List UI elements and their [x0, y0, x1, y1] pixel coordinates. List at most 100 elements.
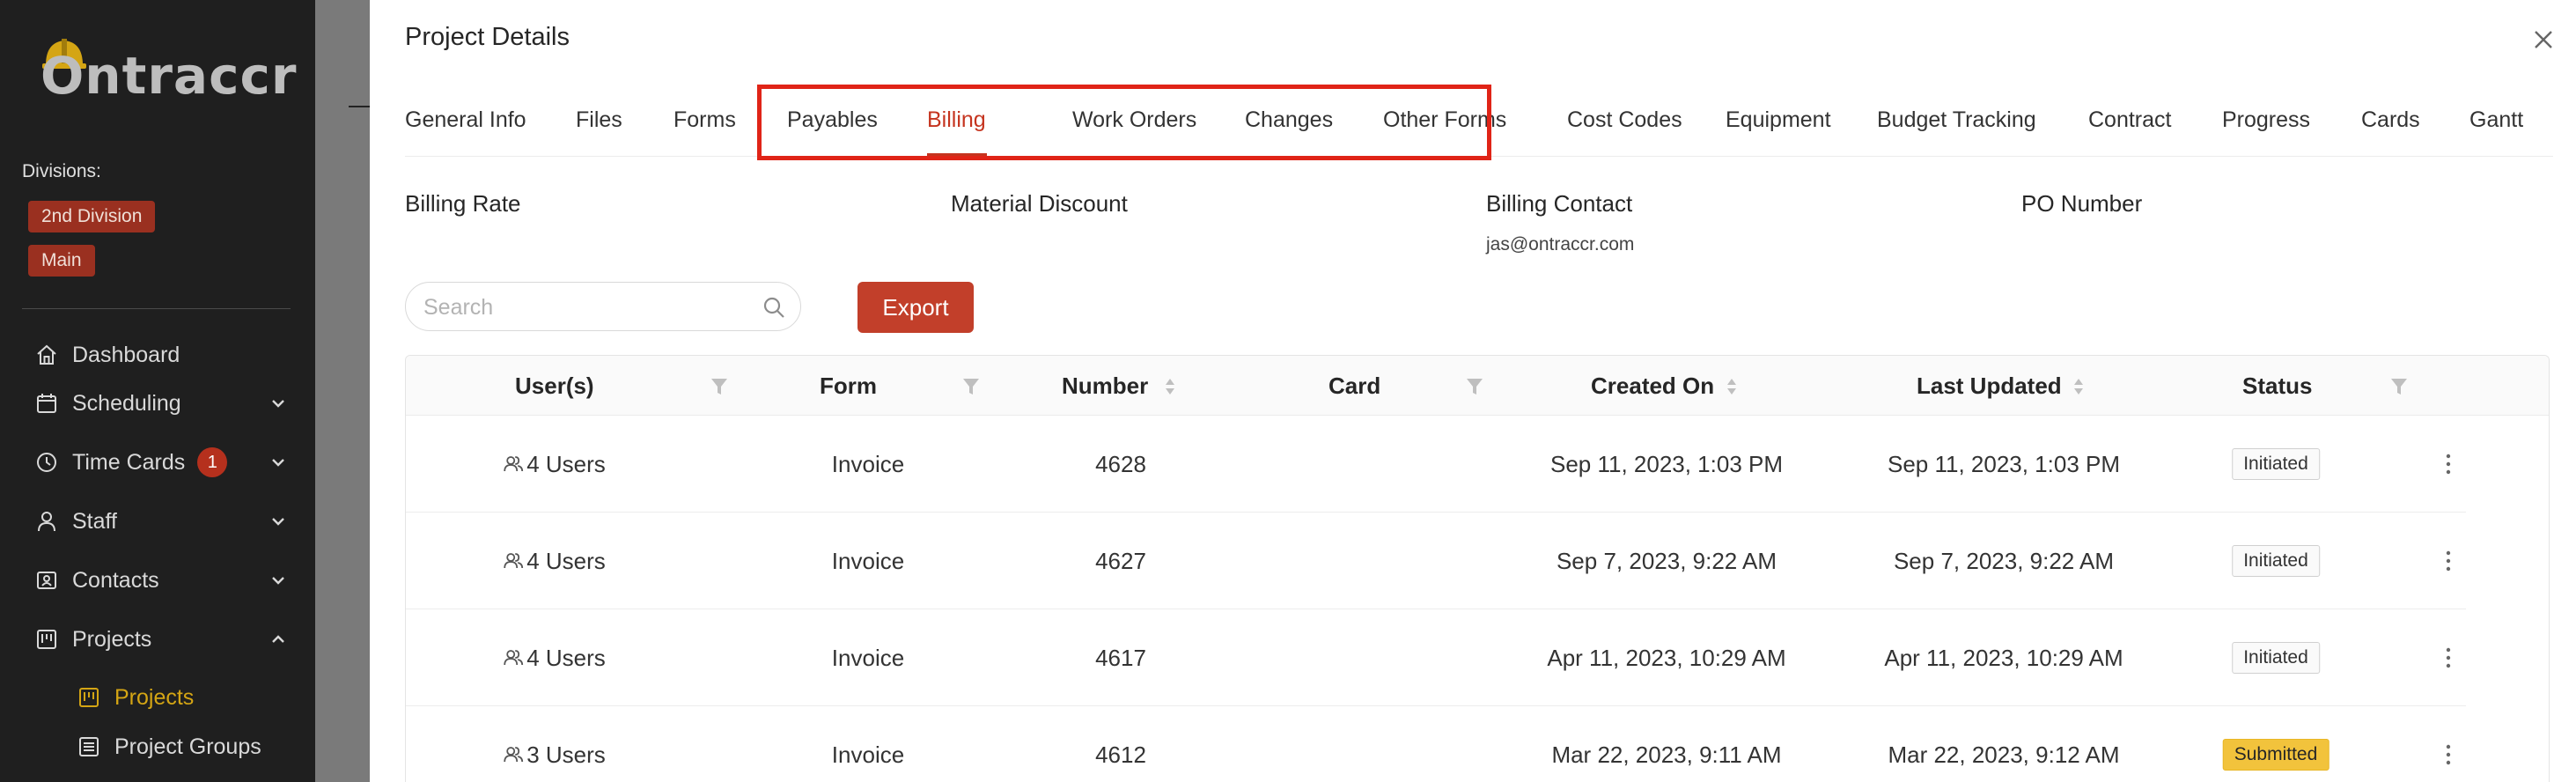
- chevron-down-icon[interactable]: [268, 452, 289, 473]
- column-header-number[interactable]: Number: [1062, 356, 1148, 416]
- tab-gantt[interactable]: Gantt: [2469, 83, 2523, 157]
- created-on-cell: Sep 7, 2023, 9:22 AM: [1556, 548, 1777, 574]
- sidebar-item-label: Dashboard: [72, 342, 180, 367]
- sidebar-subitem-projects[interactable]: Projects: [76, 680, 194, 715]
- tab-files[interactable]: Files: [576, 83, 622, 157]
- status-badge: Submitted: [2222, 739, 2329, 771]
- sidebar-item-label: Scheduling: [72, 390, 181, 416]
- projects-icon: [33, 626, 60, 653]
- tab-equipment[interactable]: Equipment: [1726, 83, 1831, 157]
- table-row[interactable]: 4 Users Invoice 4628 Sep 11, 2023, 1:03 …: [406, 416, 2466, 513]
- clock-icon: [33, 449, 60, 476]
- column-header-last-updated[interactable]: Last Updated: [1917, 356, 2062, 416]
- search-icon[interactable]: [762, 295, 786, 320]
- more-options-icon[interactable]: [2443, 645, 2454, 671]
- users-count: 4 Users: [526, 548, 606, 574]
- tab-progress[interactable]: Progress: [2222, 83, 2310, 157]
- billing-rate-label: Billing Rate: [405, 190, 521, 217]
- sidebar-item-contacts[interactable]: Contacts: [33, 563, 289, 598]
- column-header-card[interactable]: Card: [1328, 356, 1380, 416]
- form-cell: Invoice: [831, 451, 905, 477]
- table-header: User(s) Form Number Card Created On Last…: [406, 356, 2549, 416]
- calendar-icon: [33, 390, 60, 417]
- table-row[interactable]: 4 Users Invoice 4627 Sep 7, 2023, 9:22 A…: [406, 513, 2466, 609]
- last-updated-cell: Sep 7, 2023, 9:22 AM: [1893, 548, 2115, 574]
- division-tag-main[interactable]: Main: [28, 245, 95, 277]
- users-count: 4 Users: [526, 451, 606, 477]
- sort-icon[interactable]: [1723, 377, 1741, 396]
- projects-icon: [76, 684, 102, 711]
- form-cell: Invoice: [831, 741, 905, 768]
- tabs-highlight-box: [757, 85, 1491, 160]
- sidebar-item-label: Time Cards: [72, 449, 186, 475]
- users-cell[interactable]: 4 Users: [502, 513, 606, 609]
- number-cell: 4627: [1095, 548, 1146, 574]
- status-badge: Initiated: [2232, 545, 2320, 577]
- tab-cost-codes[interactable]: Cost Codes: [1567, 83, 1682, 157]
- tab-budget-tracking[interactable]: Budget Tracking: [1877, 83, 2036, 157]
- search-box: [405, 282, 801, 331]
- contacts-icon: [33, 567, 60, 594]
- billing-table: User(s) Form Number Card Created On Last…: [405, 355, 2550, 782]
- divisions-label: Divisions:: [22, 161, 101, 181]
- search-input[interactable]: [423, 293, 740, 321]
- users-count: 4 Users: [526, 645, 606, 671]
- form-cell: Invoice: [831, 548, 905, 574]
- filter-icon[interactable]: [2390, 377, 2408, 396]
- sidebar-item-time-cards[interactable]: Time Cards 1: [33, 445, 289, 480]
- close-icon[interactable]: [2530, 26, 2557, 53]
- users-cell[interactable]: 4 Users: [502, 416, 606, 513]
- last-updated-cell: Sep 11, 2023, 1:03 PM: [1887, 451, 2121, 477]
- chevron-down-icon[interactable]: [268, 393, 289, 414]
- logo-text: Ontraccr: [40, 46, 298, 106]
- backdrop-line: [349, 106, 370, 107]
- tab-cards[interactable]: Cards: [2361, 83, 2420, 157]
- sidebar-item-scheduling[interactable]: Scheduling: [33, 386, 289, 421]
- more-options-icon[interactable]: [2443, 741, 2454, 768]
- sidebar-subitem-label: Project Groups: [114, 734, 261, 759]
- users-count: 3 Users: [526, 741, 606, 768]
- column-header-users[interactable]: User(s): [515, 356, 594, 416]
- column-header-created-on[interactable]: Created On: [1591, 356, 1714, 416]
- tab-general-info[interactable]: General Info: [405, 83, 526, 157]
- sidebar-subitem-label: Projects: [114, 684, 195, 710]
- chevron-down-icon[interactable]: [268, 570, 289, 591]
- sidebar-item-staff[interactable]: Staff: [33, 504, 289, 539]
- table-row[interactable]: 4 Users Invoice 4617 Apr 11, 2023, 10:29…: [406, 609, 2466, 706]
- more-options-icon[interactable]: [2443, 548, 2454, 574]
- last-updated-cell: Mar 22, 2023, 9:12 AM: [1888, 741, 2120, 768]
- material-discount-label: Material Discount: [951, 190, 1128, 217]
- po-number-label: PO Number: [2021, 190, 2143, 217]
- sidebar: Ontraccr Divisions: 2nd Division Main Da…: [0, 0, 315, 782]
- sidebar-subitem-project-groups[interactable]: Project Groups: [76, 729, 261, 764]
- table-row[interactable]: 3 Users Invoice 4612 Mar 22, 2023, 9:11 …: [406, 706, 2466, 782]
- division-tag-2nd-division[interactable]: 2nd Division: [28, 201, 156, 232]
- column-header-form[interactable]: Form: [820, 356, 877, 416]
- sidebar-item-projects[interactable]: Projects: [33, 622, 289, 657]
- users-cell[interactable]: 4 Users: [502, 609, 606, 706]
- notification-badge: 1: [197, 447, 228, 477]
- sidebar-item-dashboard[interactable]: Dashboard: [33, 337, 289, 373]
- users-cell[interactable]: 3 Users: [502, 706, 606, 782]
- sort-icon[interactable]: [1161, 377, 1179, 396]
- project-details-modal: Project Details General Info Files Forms…: [370, 0, 2576, 782]
- user-icon: [33, 508, 60, 535]
- sort-icon[interactable]: [2070, 377, 2087, 396]
- tab-forms[interactable]: Forms: [673, 83, 736, 157]
- filter-icon[interactable]: [962, 377, 980, 396]
- users-icon: [504, 456, 524, 472]
- group-icon: [76, 734, 102, 760]
- column-header-status[interactable]: Status: [2242, 356, 2312, 416]
- created-on-cell: Sep 11, 2023, 1:03 PM: [1549, 451, 1784, 477]
- number-cell: 4628: [1095, 451, 1146, 477]
- export-button[interactable]: Export: [857, 282, 974, 333]
- chevron-up-icon[interactable]: [268, 629, 289, 650]
- filter-icon[interactable]: [1466, 377, 1483, 396]
- modal-backdrop[interactable]: [315, 0, 370, 782]
- tab-contract[interactable]: Contract: [2088, 83, 2171, 157]
- ontraccr-logo[interactable]: Ontraccr: [40, 37, 296, 106]
- status-badge: Initiated: [2232, 642, 2320, 674]
- filter-icon[interactable]: [710, 377, 728, 396]
- more-options-icon[interactable]: [2443, 451, 2454, 477]
- chevron-down-icon[interactable]: [268, 511, 289, 532]
